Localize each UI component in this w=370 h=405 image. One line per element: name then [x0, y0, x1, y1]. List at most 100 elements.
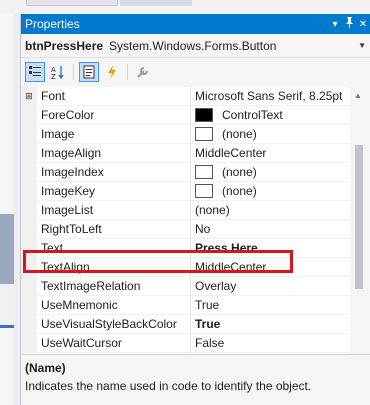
property-value-text: (none) [222, 165, 257, 179]
property-value[interactable]: True [191, 315, 350, 334]
property-value-text: Overlay [195, 279, 237, 293]
expand-icon[interactable]: ⊞ [21, 87, 37, 106]
property-row[interactable]: ImageAlign MiddleCenter [21, 143, 350, 163]
property-value-text: Press Here [195, 241, 258, 255]
property-row[interactable]: ⊞ Font Microsoft Sans Serif, 8.25pt [21, 87, 350, 106]
property-name: TextAlign [37, 257, 191, 277]
categorized-icon[interactable] [25, 62, 45, 82]
description-title: (Name) [25, 361, 66, 375]
row-gutter [21, 200, 37, 220]
property-value[interactable]: (none) [191, 125, 350, 144]
property-value-text: (none) [222, 184, 257, 198]
property-name: UseVisualStyleBackColor [37, 314, 191, 334]
property-row[interactable]: ImageList (none) [21, 200, 350, 220]
property-row[interactable]: ForeColor ControlText [21, 105, 350, 125]
property-name: ImageIndex [37, 162, 191, 182]
svg-text:Z: Z [51, 73, 56, 79]
row-gutter [21, 105, 37, 125]
image-swatch [195, 127, 213, 141]
property-name: TextImageRelation [37, 276, 191, 296]
property-value-text: False [195, 336, 225, 350]
property-value-text: No [195, 222, 211, 236]
property-row[interactable]: ImageIndex (none) [21, 162, 350, 182]
property-name: ImageAlign [37, 143, 191, 163]
object-name: btnPressHere [25, 38, 104, 53]
property-value[interactable]: MiddleCenter [191, 258, 350, 277]
property-name: UseWaitCursor [37, 333, 191, 353]
property-name: ImageList [37, 200, 191, 220]
row-gutter [21, 181, 37, 201]
property-row[interactable]: TextAlign MiddleCenter [21, 257, 350, 277]
property-value[interactable]: True [191, 296, 350, 315]
property-name: ImageKey [37, 181, 191, 201]
description-text: Indicates the name used in code to ident… [25, 379, 312, 393]
toolbar-divider-2 [127, 64, 128, 80]
events-icon[interactable] [102, 62, 122, 82]
property-row[interactable]: ImageKey (none) [21, 181, 350, 201]
property-value[interactable]: (none) [191, 201, 350, 220]
chevron-down-icon[interactable]: ▼ [358, 41, 366, 50]
property-grid: ⊞ Font Microsoft Sans Serif, 8.25pt Fore… [21, 87, 350, 354]
property-name: Text [37, 238, 191, 258]
property-value[interactable]: (none) [191, 163, 350, 182]
toolbar-divider [73, 64, 74, 80]
image-swatch [195, 184, 213, 198]
property-value[interactable]: (none) [191, 182, 350, 201]
window-title: Properties [25, 17, 80, 31]
property-value-text: True [195, 317, 221, 331]
property-row[interactable]: UseWaitCursor False [21, 333, 350, 353]
property-value-text: (none) [195, 203, 230, 217]
properties-view-icon[interactable] [79, 62, 99, 82]
close-icon[interactable]: ✕ [356, 19, 370, 30]
property-value[interactable]: MiddleCenter [191, 144, 350, 163]
property-name: UseMnemonic [37, 295, 191, 315]
object-type: System.Windows.Forms.Button [109, 38, 277, 53]
background-left-panel [0, 14, 14, 405]
property-value-text: Microsoft Sans Serif, 8.25pt [195, 89, 343, 103]
property-row[interactable]: UseMnemonic True [21, 295, 350, 315]
background-tab-2 [120, 0, 192, 6]
property-value-text: MiddleCenter [195, 260, 267, 274]
property-row[interactable]: Image (none) [21, 124, 350, 144]
description-pane: (Name) Indicates the name used in code t… [21, 354, 370, 405]
property-value[interactable]: Microsoft Sans Serif, 8.25pt [191, 87, 350, 106]
row-gutter [21, 143, 37, 163]
row-gutter [21, 238, 37, 258]
row-gutter [21, 257, 37, 277]
image-swatch [195, 165, 213, 179]
property-value[interactable]: No [191, 220, 350, 239]
row-gutter [21, 314, 37, 334]
object-selector[interactable]: btnPressHere System.Windows.Forms.Button… [21, 34, 370, 58]
row-gutter [21, 295, 37, 315]
property-value[interactable]: Overlay [191, 277, 350, 296]
property-value[interactable]: ControlText [191, 106, 350, 125]
background-tab [26, 0, 118, 6]
row-gutter [21, 124, 37, 144]
property-value-text: MiddleCenter [195, 146, 267, 160]
property-name: RightToLeft [37, 219, 191, 239]
property-row[interactable]: RightToLeft No [21, 219, 350, 239]
row-gutter [21, 162, 37, 182]
property-value-text: True [195, 298, 220, 312]
alphabetical-icon[interactable]: AZ [48, 62, 68, 82]
property-name: Image [37, 124, 191, 144]
pin-icon[interactable] [342, 17, 356, 31]
background-left-strip [0, 214, 14, 284]
property-value[interactable]: Press Here [191, 239, 350, 258]
row-gutter [21, 219, 37, 239]
scrollbar-thumb[interactable] [355, 145, 363, 289]
window-menu-icon[interactable]: ▾ [328, 19, 342, 30]
background-left-strip-2 [0, 284, 14, 328]
scroll-up-icon[interactable]: ▲ [354, 91, 362, 100]
property-row[interactable]: TextImageRelation Overlay [21, 276, 350, 296]
property-value[interactable]: False [191, 334, 350, 353]
property-row[interactable]: UseVisualStyleBackColor True [21, 314, 350, 334]
property-row-text[interactable]: Text Press Here [21, 238, 350, 258]
property-value-text: (none) [222, 127, 257, 141]
row-gutter [21, 333, 37, 353]
vertical-scrollbar[interactable]: ▲ [350, 87, 370, 354]
property-pages-icon[interactable] [133, 62, 153, 82]
properties-toolbar: AZ [21, 58, 370, 86]
color-swatch [195, 108, 213, 122]
properties-window: Properties ▾ ✕ btnPressHere System.Windo… [20, 14, 370, 405]
